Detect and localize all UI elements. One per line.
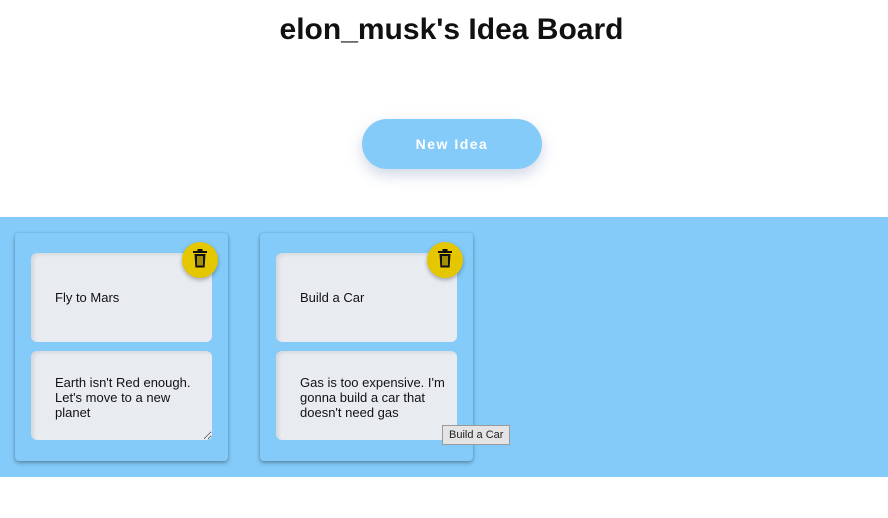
- delete-idea-button[interactable]: [427, 242, 463, 278]
- tooltip: Build a Car: [442, 425, 511, 445]
- new-idea-button[interactable]: New Idea: [362, 119, 542, 169]
- trash-icon: [437, 249, 453, 271]
- idea-card: Earth isn't Red enough. Let's move to a …: [15, 233, 228, 461]
- trash-icon: [192, 249, 208, 271]
- delete-idea-button[interactable]: [182, 242, 218, 278]
- idea-body-textarea[interactable]: Gas is too expensive. I'm gonna build a …: [276, 351, 457, 440]
- page-title: elon_musk's Idea Board: [279, 13, 624, 46]
- idea-body-textarea[interactable]: Earth isn't Red enough. Let's move to a …: [31, 351, 212, 440]
- idea-board-page: elon_musk's Idea Board New Idea Earth is…: [0, 0, 888, 518]
